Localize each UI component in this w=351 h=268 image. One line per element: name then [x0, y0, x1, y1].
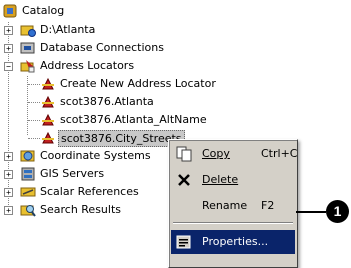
menu-item-label: Delete — [202, 173, 239, 186]
catalog-icon — [2, 3, 18, 19]
menu-item-rename[interactable]: Rename F2 — [171, 194, 295, 218]
tree-item-label: Scalar References — [40, 185, 139, 198]
copy-icon — [176, 146, 192, 162]
menu-item-properties[interactable]: Properties... — [171, 230, 295, 254]
tree-item-label: Address Locators — [40, 59, 135, 72]
tree-item-label: Coordinate Systems — [40, 149, 151, 162]
gis-servers-icon — [20, 166, 36, 182]
scalar-references-icon — [20, 184, 36, 200]
menu-item-delete[interactable]: Delete — [171, 168, 295, 192]
database-connections-icon — [20, 40, 36, 56]
menu-separator — [173, 222, 293, 224]
tree-connector — [28, 84, 40, 85]
tree-item-label: scot3876.Atlanta_AltName — [60, 113, 207, 126]
menu-item-label: Rename — [202, 199, 248, 212]
callout-badge: 1 — [326, 200, 349, 223]
expand-icon[interactable]: + — [4, 26, 13, 35]
context-menu: Copy Ctrl+C Delete Rename F2 Properties.… — [168, 139, 298, 268]
tree-item-label: Database Connections — [40, 41, 164, 54]
coordinate-systems-icon — [20, 148, 36, 164]
search-results-icon — [20, 202, 36, 218]
expand-icon[interactable]: + — [4, 44, 13, 53]
tree-connector — [28, 138, 40, 139]
tree-item-label: D:\Atlanta — [40, 23, 96, 36]
tree-connector — [28, 102, 40, 103]
callout-pointer — [296, 211, 326, 213]
tree-item-label-selected: scot3876.City_Streets — [58, 130, 185, 147]
address-locators-icon — [20, 58, 36, 74]
delete-icon — [176, 172, 192, 188]
tree-item-label: Search Results — [40, 203, 122, 216]
folder-connection-icon — [20, 22, 36, 38]
tree-root-label: Catalog — [22, 4, 65, 17]
properties-icon — [176, 234, 192, 250]
expand-icon[interactable]: + — [4, 170, 13, 179]
tree-item-label: GIS Servers — [40, 167, 105, 180]
menu-item-label: Properties... — [202, 235, 269, 248]
expand-icon[interactable]: + — [4, 188, 13, 197]
expand-icon[interactable]: + — [4, 152, 13, 161]
address-locator-icon — [40, 94, 56, 110]
tree-connector — [28, 120, 40, 121]
address-locator-icon — [40, 130, 56, 146]
expand-icon[interactable]: + — [4, 206, 13, 215]
menu-item-copy[interactable]: Copy Ctrl+C — [171, 142, 298, 166]
tree-item-label: scot3876.Atlanta — [60, 95, 154, 108]
menu-item-shortcut: Ctrl+C — [261, 147, 298, 160]
menu-item-label: Copy — [202, 147, 230, 160]
tree-item-label: Create New Address Locator — [60, 77, 216, 90]
address-locator-icon — [40, 112, 56, 128]
collapse-icon[interactable]: − — [4, 62, 13, 71]
create-locator-icon — [40, 76, 56, 92]
menu-item-shortcut: F2 — [261, 199, 275, 212]
